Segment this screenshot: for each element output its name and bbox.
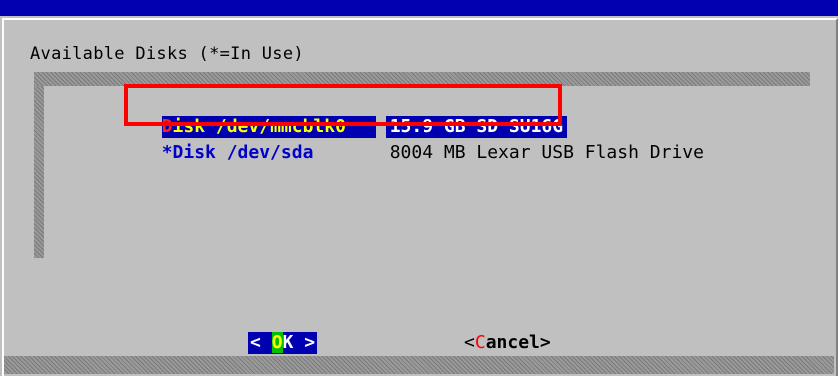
dialog-shadow-bottom — [4, 356, 834, 374]
ok-button[interactable]: < OK > — [248, 332, 318, 354]
disk-name: *Disk /dev/sda — [161, 142, 314, 163]
annotation-highlight-box — [124, 84, 562, 126]
dialog-title: Available Disks (*=In Use) — [30, 44, 304, 64]
cancel-label-rest: ancel> — [485, 332, 551, 353]
ok-hotkey: O — [271, 332, 283, 353]
list-shadow-left — [34, 86, 44, 258]
screen-top-border — [0, 0, 838, 16]
button-bracket: < — [250, 332, 272, 353]
cancel-hotkey: C — [474, 332, 486, 353]
cancel-button[interactable]: <Cancel> — [464, 332, 551, 354]
ok-label-rest: K > — [282, 332, 316, 353]
button-bracket: < — [464, 332, 475, 353]
disk-description: 8004 MB Lexar USB Flash Drive — [389, 142, 704, 163]
